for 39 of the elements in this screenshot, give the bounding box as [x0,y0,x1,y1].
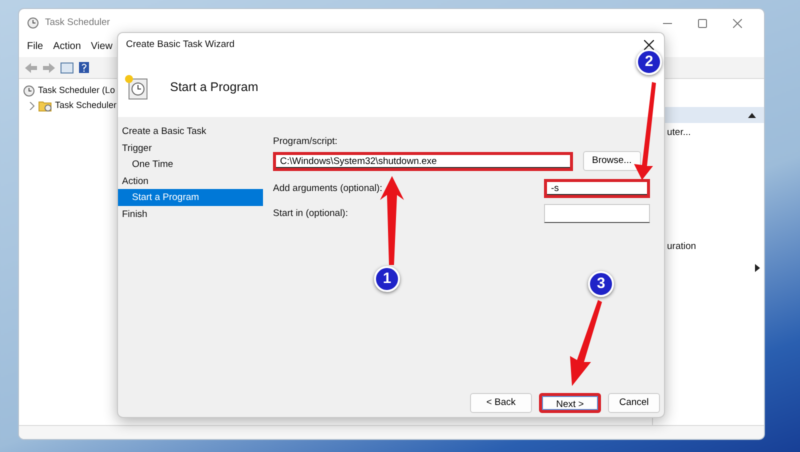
close-button[interactable] [642,38,656,52]
collapse-icon[interactable] [748,112,756,118]
submenu-arrow-icon[interactable] [755,264,760,272]
browse-button[interactable]: Browse... [583,151,641,172]
wizard-step[interactable]: Start a Program [118,189,263,206]
close-icon[interactable] [733,18,742,28]
menu-item[interactable]: File [27,39,44,55]
window-title: Task Scheduler [45,16,110,30]
field-label: Program/script: [273,135,338,149]
field-label: Start in (optional): [273,206,348,221]
action-item[interactable]: uter... [667,127,691,138]
menu-item[interactable]: Action [53,39,81,55]
menu-item[interactable]: View [90,39,112,55]
page-heading: Start a Program [170,80,258,94]
clock-icon [23,84,35,96]
program-field[interactable]: C:\Windows\System32\shutdown.exe [273,152,573,171]
field-label: Add arguments (optional): [273,182,382,196]
minimize-icon[interactable] [663,22,672,24]
wizard-step[interactable]: One Time [118,156,263,172]
console-tree-icon[interactable] [60,62,74,74]
wizard-step[interactable]: Create a Basic Task [118,123,263,140]
expand-chevron-icon[interactable] [29,102,35,110]
wizard-button[interactable]: < Back [470,393,532,413]
wizard-button[interactable]: Next > [539,393,601,413]
wizard-step[interactable]: Finish [118,206,263,222]
wizard-step[interactable]: Action [118,172,263,189]
help-book-icon[interactable] [78,61,90,74]
clock-icon [124,74,148,100]
input-field[interactable] [544,204,650,224]
wizard-step[interactable]: Trigger [118,140,263,156]
tree-item[interactable]: Task Scheduler [55,98,117,112]
maximize-icon[interactable] [698,18,707,28]
dialog-title: Create Basic Task Wizard [126,38,235,52]
wizard-button[interactable]: Cancel [608,393,660,413]
input-field[interactable]: -s [544,179,650,198]
folder-icon [38,100,52,112]
tree-item[interactable]: Task Scheduler (Lo [38,84,116,98]
action-item[interactable]: uration [667,241,696,252]
clock-icon [27,17,39,29]
